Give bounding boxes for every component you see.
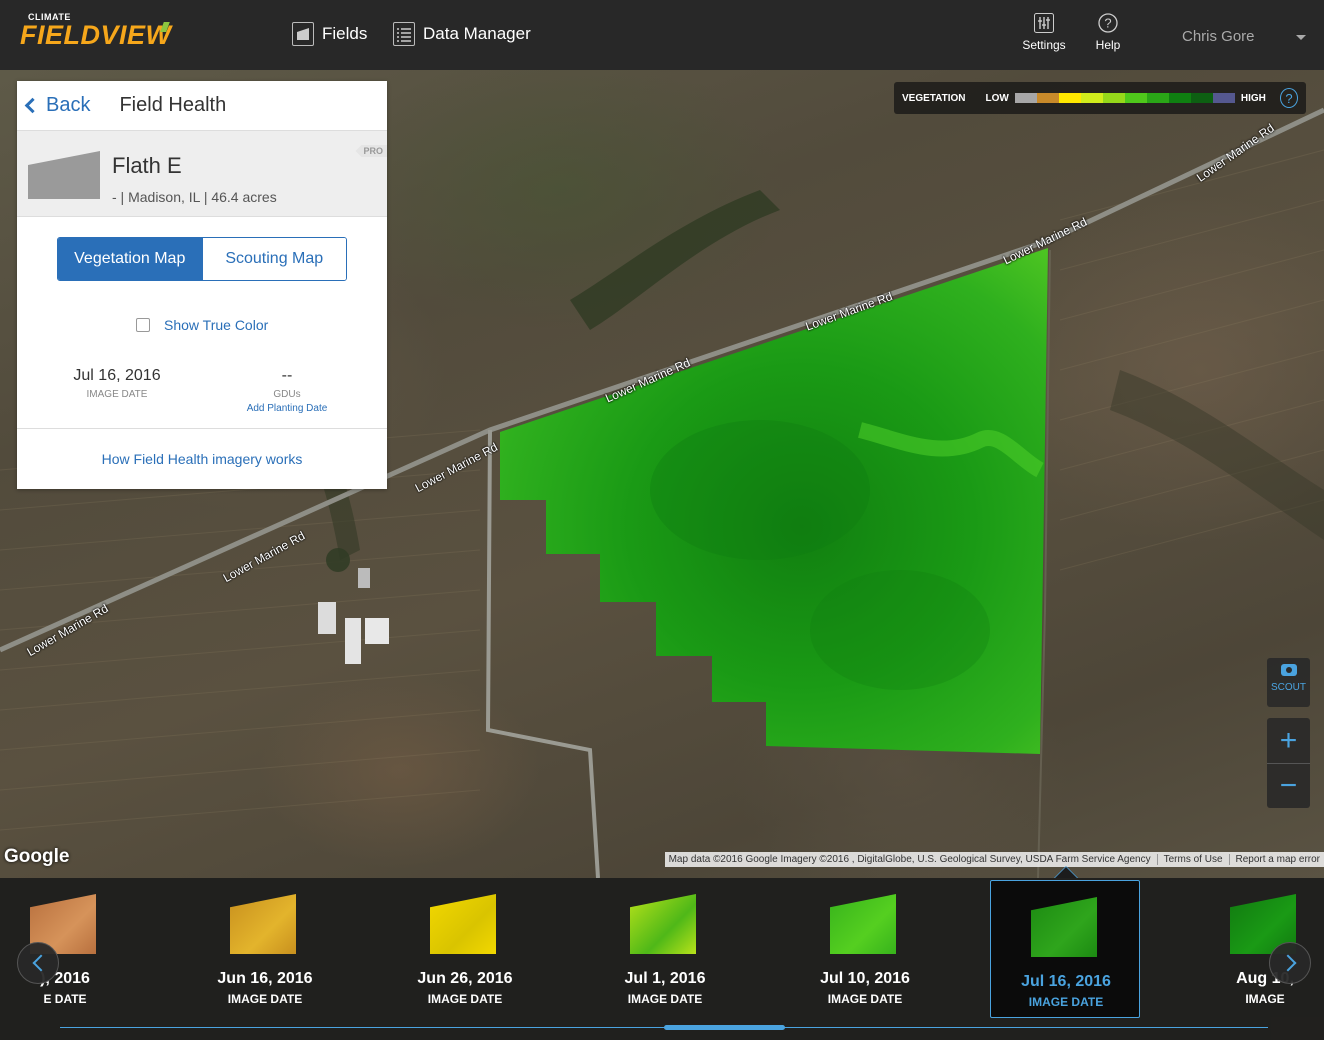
nav-fields-label: Fields bbox=[322, 24, 368, 43]
zoom-in-button[interactable]: + bbox=[1267, 718, 1310, 763]
image-date-label: IMAGE DATE bbox=[86, 389, 148, 400]
legend-high: HIGH bbox=[1240, 92, 1266, 104]
question-icon: ? bbox=[1097, 12, 1119, 34]
timeline-date-label: E DATE bbox=[43, 992, 87, 1006]
timeline-date-label: IMAGE DATE bbox=[827, 992, 903, 1006]
legend-swatch bbox=[1102, 93, 1125, 103]
timeline-item[interactable]: Jul 1, 2016 IMAGE DATE bbox=[590, 878, 740, 1016]
camera-icon bbox=[1280, 664, 1297, 676]
field-meta: - | Madison, IL | 46.4 acres bbox=[112, 189, 277, 205]
timeline-thumbnail bbox=[830, 894, 896, 954]
timeline-date-label: IMAGE DATE bbox=[1028, 995, 1104, 1009]
top-bar: CLIMATE FIELDVIEW Fields Data Manager Se… bbox=[0, 0, 1324, 70]
nav-data-manager[interactable]: Data Manager bbox=[393, 22, 531, 46]
timeline-scroll-thumb[interactable] bbox=[664, 1025, 785, 1030]
chevron-left-icon bbox=[32, 954, 49, 972]
timeline-item[interactable]: Jul 10, 2016 IMAGE DATE bbox=[790, 878, 940, 1016]
field-health-panel: Back Field Health Flath E - | Madison, I… bbox=[17, 81, 387, 489]
image-date-stat: Jul 16, 2016 IMAGE DATE bbox=[57, 367, 177, 400]
timeline-date: Jun 16, 2016 bbox=[217, 970, 313, 987]
legend-scale bbox=[1014, 93, 1235, 103]
timeline-date-label: IMAGE DATE bbox=[227, 992, 303, 1006]
legend-swatch bbox=[1146, 93, 1169, 103]
settings-label: Settings bbox=[1022, 38, 1066, 52]
timeline-date: Jul 10, 2016 bbox=[820, 970, 910, 987]
logo-main-text: FIELDVIEW bbox=[20, 20, 172, 50]
panel-header: Back Field Health bbox=[17, 81, 387, 131]
legend-swatch bbox=[1124, 93, 1147, 103]
timeline-item[interactable]: Jul 16, 2016 IMAGE DATE bbox=[990, 880, 1140, 1018]
timeline-date: Jun 26, 2016 bbox=[417, 970, 513, 987]
true-color-label: Show True Color bbox=[164, 317, 269, 333]
true-color-checkbox[interactable] bbox=[136, 318, 150, 332]
legend-swatch bbox=[1212, 93, 1235, 103]
user-name[interactable]: Chris Gore bbox=[1182, 28, 1255, 45]
settings-button[interactable]: Settings bbox=[1014, 12, 1074, 52]
field-card: Flath E - | Madison, IL | 46.4 acres PRO bbox=[17, 131, 387, 217]
google-logo: Google bbox=[4, 846, 70, 867]
svg-text:?: ? bbox=[1104, 16, 1111, 31]
tab-scouting-map[interactable]: Scouting Map bbox=[201, 238, 346, 280]
chevron-down-icon[interactable] bbox=[1296, 35, 1306, 40]
legend-low: LOW bbox=[985, 92, 1009, 104]
legend-title: VEGETATION bbox=[902, 92, 966, 104]
terms-link[interactable]: Terms of Use bbox=[1156, 854, 1223, 865]
timeline-thumbnail bbox=[230, 894, 296, 954]
timeline-date-label: IMAGE DATE bbox=[427, 992, 503, 1006]
back-label: Back bbox=[46, 94, 91, 116]
gdu-stat: -- GDUs Add Planting Date bbox=[227, 367, 347, 414]
legend-help-icon[interactable]: ? bbox=[1279, 88, 1298, 108]
how-imagery-works-link[interactable]: How Field Health imagery works bbox=[17, 428, 387, 489]
list-icon bbox=[393, 22, 415, 46]
timeline-thumbnail bbox=[1031, 897, 1097, 957]
chevron-left-icon bbox=[24, 97, 41, 114]
selected-pointer bbox=[1054, 866, 1078, 878]
show-true-color-toggle[interactable]: Show True Color bbox=[136, 317, 268, 333]
image-date-value: Jul 16, 2016 bbox=[73, 367, 161, 384]
timeline-date-label: IMAGE DATE bbox=[627, 992, 703, 1006]
timeline-thumbnail bbox=[630, 894, 696, 954]
timeline-date-label: IMAGE bbox=[1245, 992, 1285, 1006]
nav-fields[interactable]: Fields bbox=[292, 22, 367, 46]
legend-swatch bbox=[1168, 93, 1191, 103]
add-planting-date-link[interactable]: Add Planting Date bbox=[227, 403, 347, 414]
timeline-item[interactable]: Jun 26, 2016 IMAGE DATE bbox=[390, 878, 540, 1016]
attribution-text: Map data ©2016 Google Imagery ©2016 , Di… bbox=[668, 854, 1151, 865]
zoom-out-button[interactable]: − bbox=[1267, 763, 1310, 808]
sliders-icon bbox=[1033, 12, 1055, 34]
field-name: Flath E bbox=[112, 153, 182, 178]
field-shape-icon bbox=[28, 151, 100, 199]
nav-data-manager-label: Data Manager bbox=[423, 24, 531, 43]
vegetation-legend: VEGETATION LOW HIGH ? bbox=[894, 82, 1306, 114]
scout-button[interactable]: SCOUT bbox=[1267, 658, 1310, 707]
timeline-item[interactable]: ), 2016 E DATE bbox=[0, 878, 140, 1016]
legend-swatch bbox=[1058, 93, 1081, 103]
report-link[interactable]: Report a map error bbox=[1228, 854, 1320, 865]
legend-swatch bbox=[1014, 93, 1037, 103]
gdu-label: GDUs bbox=[273, 389, 301, 400]
panel-title: Field Health bbox=[119, 94, 227, 116]
tab-vegetation-map[interactable]: Vegetation Map bbox=[58, 238, 202, 280]
timeline-item[interactable]: Jun 16, 2016 IMAGE DATE bbox=[190, 878, 340, 1016]
pro-badge: PRO bbox=[355, 145, 387, 157]
image-timeline: ), 2016 E DATE Jun 16, 2016 IMAGE DATE Jun 2… bbox=[0, 878, 1324, 1040]
help-label: Help bbox=[1095, 38, 1121, 52]
help-button[interactable]: ? Help bbox=[1078, 12, 1138, 52]
zoom-controls: + − bbox=[1267, 718, 1310, 808]
timeline-next-button[interactable] bbox=[1269, 942, 1311, 984]
field-icon bbox=[292, 22, 314, 46]
timeline-prev-button[interactable] bbox=[17, 942, 59, 984]
gdu-value: -- bbox=[281, 367, 293, 384]
legend-swatch bbox=[1036, 93, 1059, 103]
chevron-right-icon bbox=[1279, 954, 1296, 972]
back-button[interactable]: Back bbox=[24, 94, 91, 117]
map-type-toggle: Vegetation Map Scouting Map bbox=[57, 237, 347, 281]
timeline-date: Jul 16, 2016 bbox=[1021, 973, 1111, 990]
legend-swatch bbox=[1190, 93, 1213, 103]
map-attribution: Map data ©2016 Google Imagery ©2016 , Di… bbox=[664, 852, 1324, 867]
timeline-thumbnail bbox=[430, 894, 496, 954]
legend-swatch bbox=[1080, 93, 1103, 103]
timeline-date: Jul 1, 2016 bbox=[624, 970, 706, 987]
scout-label: SCOUT bbox=[1271, 682, 1306, 693]
